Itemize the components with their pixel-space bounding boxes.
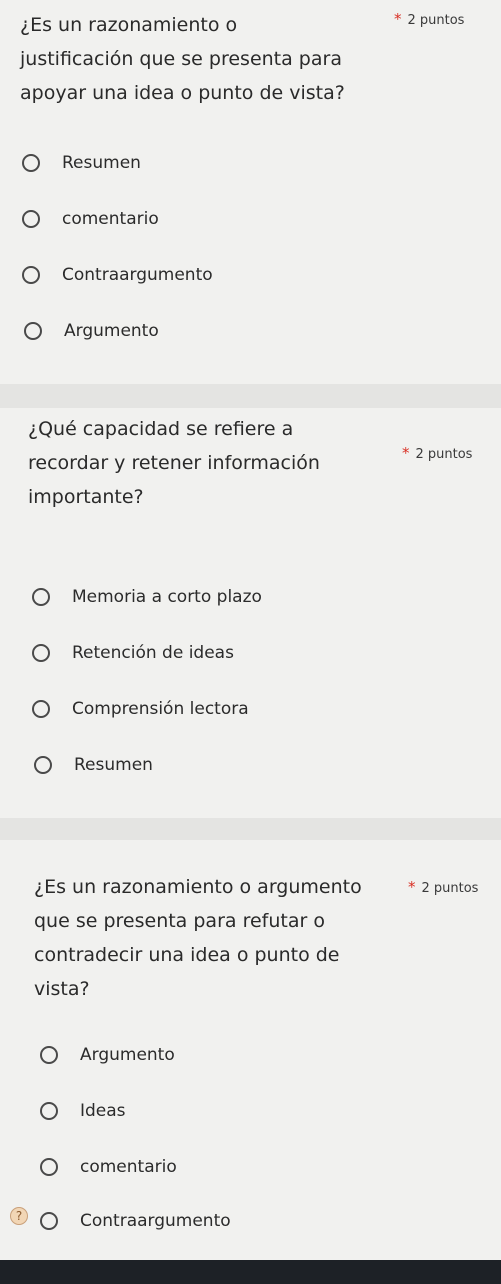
question-points-2: * 2 puntos (402, 444, 472, 462)
option-q2-memoria[interactable]: Memoria a corto plazo (32, 582, 262, 612)
radio-unchecked-icon[interactable] (40, 1158, 58, 1176)
radio-unchecked-icon[interactable] (22, 266, 40, 284)
bottom-bar (0, 1260, 501, 1284)
option-q1-contraargumento[interactable]: Contraargumento (22, 260, 213, 290)
help-icon[interactable]: ? (10, 1207, 28, 1225)
option-label: Retención de ideas (72, 643, 234, 663)
radio-unchecked-icon[interactable] (32, 644, 50, 662)
question-points-1: * 2 puntos (394, 10, 464, 28)
question-points-3: * 2 puntos (408, 878, 478, 896)
option-q2-retencion[interactable]: Retención de ideas (32, 638, 234, 668)
radio-unchecked-icon[interactable] (24, 322, 42, 340)
option-label: comentario (62, 209, 159, 229)
option-label: Resumen (74, 755, 153, 775)
required-asterisk: * (402, 444, 410, 462)
option-label: Resumen (62, 153, 141, 173)
option-label: Argumento (64, 321, 159, 341)
required-asterisk: * (408, 878, 416, 896)
question-card-2: ¿Qué capacidad se refiere a recordar y r… (0, 408, 501, 818)
option-q1-comentario[interactable]: comentario (22, 204, 159, 234)
option-label: Argumento (80, 1045, 175, 1065)
question-card-3: ¿Es un razonamiento o argumento que se p… (0, 840, 501, 1260)
option-label: comentario (80, 1157, 177, 1177)
option-label: Memoria a corto plazo (72, 587, 262, 607)
option-q2-comprension[interactable]: Comprensión lectora (32, 694, 249, 724)
required-asterisk: * (394, 10, 402, 28)
option-q3-contraargumento[interactable]: Contraargumento (40, 1206, 231, 1236)
points-label: 2 puntos (407, 13, 465, 28)
option-q3-comentario[interactable]: comentario (40, 1152, 177, 1182)
question-title-2: ¿Qué capacidad se refiere a recordar y r… (28, 418, 320, 508)
option-label: Ideas (80, 1101, 126, 1121)
points-label: 2 puntos (421, 881, 479, 896)
option-label: Comprensión lectora (72, 699, 249, 719)
option-label: Contraargumento (62, 265, 213, 285)
option-q1-resumen[interactable]: Resumen (22, 148, 141, 178)
radio-unchecked-icon[interactable] (40, 1102, 58, 1120)
radio-unchecked-icon[interactable] (34, 756, 52, 774)
radio-unchecked-icon[interactable] (32, 700, 50, 718)
option-q3-ideas[interactable]: Ideas (40, 1096, 126, 1126)
radio-unchecked-icon[interactable] (40, 1046, 58, 1064)
option-q3-argumento[interactable]: Argumento (40, 1040, 175, 1070)
radio-unchecked-icon[interactable] (32, 588, 50, 606)
radio-unchecked-icon[interactable] (22, 210, 40, 228)
radio-unchecked-icon[interactable] (22, 154, 40, 172)
option-q2-resumen[interactable]: Resumen (34, 750, 153, 780)
points-label: 2 puntos (415, 447, 473, 462)
question-title-1: ¿Es un razonamiento o justificación que … (20, 14, 345, 104)
radio-unchecked-icon[interactable] (40, 1212, 58, 1230)
option-q1-argumento[interactable]: Argumento (24, 316, 159, 346)
question-title-3: ¿Es un razonamiento o argumento que se p… (34, 876, 362, 1000)
option-label: Contraargumento (80, 1211, 231, 1231)
question-card-1: ¿Es un razonamiento o justificación que … (0, 0, 501, 384)
